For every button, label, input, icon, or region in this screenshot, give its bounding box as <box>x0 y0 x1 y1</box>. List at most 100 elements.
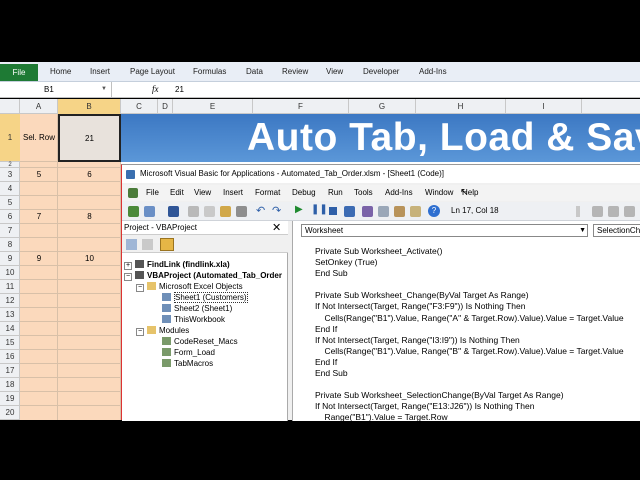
comment-block-icon[interactable] <box>624 206 635 217</box>
cell-b9[interactable]: 10 <box>58 252 121 266</box>
row-header-19[interactable]: 19 <box>0 392 20 406</box>
row-header-13[interactable]: 13 <box>0 308 20 322</box>
row-header-7[interactable]: 7 <box>0 224 20 238</box>
menu-view[interactable]: View <box>194 188 211 197</box>
expand-icon[interactable]: + <box>124 262 132 270</box>
row-header-12[interactable]: 12 <box>0 294 20 308</box>
tab-formulas[interactable]: Formulas <box>193 67 226 76</box>
run-icon[interactable]: ▶ <box>295 204 303 215</box>
code-pane[interactable]: Worksheet ▼ SelectionChange Private Sub … <box>292 221 640 424</box>
toolbar-grip[interactable] <box>576 206 580 217</box>
row-header-17[interactable]: 17 <box>0 364 20 378</box>
code-line[interactable]: End Sub <box>315 368 640 379</box>
insert-userform-icon[interactable] <box>144 206 155 217</box>
view-excel-icon[interactable] <box>128 206 139 217</box>
column-header-d[interactable]: D <box>158 99 173 114</box>
tab-add-ins[interactable]: Add-Ins <box>419 67 447 76</box>
column-header-h[interactable]: H <box>416 99 506 114</box>
row-header-10[interactable]: 10 <box>0 266 20 280</box>
excel-icon[interactable] <box>128 188 138 198</box>
menu-format[interactable]: Format <box>255 188 280 197</box>
object-dropdown[interactable]: Worksheet ▼ <box>301 224 588 237</box>
redo-icon[interactable]: ↷ <box>272 204 281 217</box>
menu-tools[interactable]: Tools <box>354 188 373 197</box>
row-header-6[interactable]: 6 <box>0 210 20 224</box>
code-line[interactable]: If Not Intersect(Target, Range("F3:F9"))… <box>315 301 640 312</box>
menu-edit[interactable]: Edit <box>170 188 184 197</box>
cell-b6[interactable]: 8 <box>58 210 121 224</box>
row-header-18[interactable]: 18 <box>0 378 20 392</box>
close-icon[interactable]: ✕ <box>272 221 281 235</box>
undo-icon[interactable]: ↶ <box>256 204 265 217</box>
row-header-4[interactable]: 4 <box>0 182 20 196</box>
code-line[interactable]: Private Sub Worksheet_SelectionChange(By… <box>315 390 640 401</box>
cell-a6[interactable]: 7 <box>20 210 58 224</box>
tab-page-layout[interactable]: Page Layout <box>130 67 175 76</box>
tab-data[interactable]: Data <box>246 67 263 76</box>
row-header-3[interactable]: 3 <box>0 168 20 182</box>
save-icon[interactable] <box>168 206 179 217</box>
paste-icon[interactable] <box>220 206 231 217</box>
toggle-folders-icon[interactable] <box>160 238 174 251</box>
properties-icon[interactable] <box>378 206 389 217</box>
row-header-15[interactable]: 15 <box>0 336 20 350</box>
row-header-14[interactable]: 14 <box>0 322 20 336</box>
menu-debug[interactable]: Debug <box>292 188 316 197</box>
help-icon[interactable]: ? <box>428 205 440 217</box>
cut-icon[interactable] <box>188 206 199 217</box>
column-header-e[interactable]: E <box>173 99 253 114</box>
tab-view[interactable]: View <box>326 67 343 76</box>
code-line[interactable]: If Not Intersect(Target, Range("E13:J26"… <box>315 401 640 412</box>
cell-b1-selected[interactable]: 21 <box>58 114 121 162</box>
outdent-icon[interactable] <box>608 206 619 217</box>
tab-developer[interactable]: Developer <box>363 67 399 76</box>
column-header-g[interactable]: G <box>349 99 416 114</box>
row-header-20[interactable]: 20 <box>0 406 20 420</box>
toolbox-icon[interactable] <box>410 206 421 217</box>
tree-node-sheet2[interactable]: Sheet2 (Sheet1) <box>162 303 232 314</box>
row-header-5[interactable]: 5 <box>0 196 20 210</box>
name-box-dropdown-icon[interactable]: ▼ <box>101 82 107 97</box>
formula-input[interactable]: 21 <box>175 82 184 97</box>
tree-node-tabmacros[interactable]: TabMacros <box>162 358 213 369</box>
menu-run[interactable]: Run <box>328 188 343 197</box>
column-header-a[interactable]: A <box>20 99 58 114</box>
tab-home[interactable]: Home <box>50 67 71 76</box>
code-line[interactable]: Range("B1").Value = Target.Row <box>315 412 640 423</box>
code-line[interactable]: End If <box>315 357 640 368</box>
menu-insert[interactable]: Insert <box>223 188 243 197</box>
code-line[interactable]: Cells(Range("B1").Value, Range("A" & Tar… <box>315 313 640 324</box>
column-header-f[interactable]: F <box>253 99 349 114</box>
tree-node-form-load[interactable]: Form_Load <box>162 347 215 358</box>
tab-review[interactable]: Review <box>282 67 308 76</box>
menu-add-ins[interactable]: Add-Ins <box>385 188 413 197</box>
tree-node-findlink[interactable]: + FindLink (findlink.xla) <box>124 259 230 270</box>
row-header-9[interactable]: 9 <box>0 252 20 266</box>
column-header-i[interactable]: I <box>506 99 582 114</box>
column-header-b[interactable]: B <box>58 99 121 114</box>
code-line[interactable]: End Sub <box>315 268 640 279</box>
column-header-c[interactable]: C <box>121 99 158 114</box>
file-tab[interactable]: File <box>0 64 38 81</box>
row-header-11[interactable]: 11 <box>0 280 20 294</box>
tree-node-modules[interactable]: − Modules <box>136 325 189 336</box>
tree-node-excel-objects[interactable]: − Microsoft Excel Objects <box>136 281 243 292</box>
code-line[interactable] <box>315 279 640 290</box>
find-icon[interactable] <box>236 206 247 217</box>
name-box[interactable]: B1 <box>0 82 112 97</box>
tree-node-codereset-macs[interactable]: CodeReset_Macs <box>162 336 238 347</box>
tree-node-sheet1[interactable]: Sheet1 (Customers) <box>162 292 248 303</box>
view-code-icon[interactable] <box>126 239 137 250</box>
collapse-icon[interactable]: − <box>124 273 132 281</box>
cell-b3[interactable]: 6 <box>58 168 121 182</box>
row-header-1[interactable]: 1 <box>0 114 20 162</box>
copy-icon[interactable] <box>204 206 215 217</box>
select-all-corner[interactable] <box>0 99 20 114</box>
code-line[interactable]: Private Sub Worksheet_Change(ByVal Targe… <box>315 290 640 301</box>
code-line[interactable]: If Not Intersect(Target, Range("I3:I9"))… <box>315 335 640 346</box>
code-line[interactable]: Private Sub Worksheet_Activate() <box>315 246 640 257</box>
code-line[interactable] <box>315 379 640 390</box>
code-line[interactable]: SetOnkey (True) <box>315 257 640 268</box>
indent-icon[interactable] <box>592 206 603 217</box>
code-editor[interactable]: Private Sub Worksheet_Activate() SetOnke… <box>315 246 640 424</box>
